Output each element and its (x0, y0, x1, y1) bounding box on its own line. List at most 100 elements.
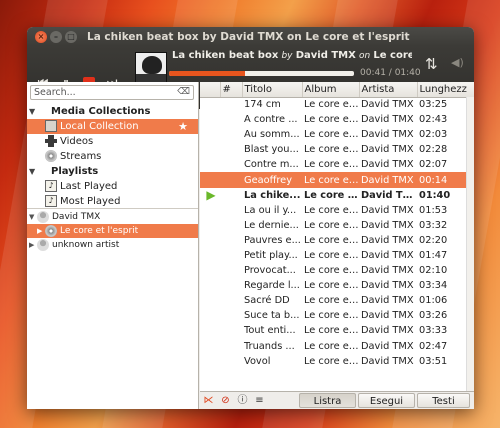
minimize-window-icon[interactable]: – (50, 30, 62, 43)
cell-album: Le core et... (304, 265, 359, 277)
table-row[interactable]: Pauvres e... Le core et... David TMX 02:20 (200, 233, 474, 248)
table-row[interactable]: Vovol Le core et... David TMX 03:51 (200, 354, 474, 369)
table-row[interactable]: Regarde l... Le core et... David TMX 03:34 (200, 278, 474, 293)
tab-play[interactable]: Esegui (358, 393, 415, 408)
status-cell (200, 127, 220, 142)
sidebar-item-most-played[interactable]: ♪ Most Played (27, 194, 198, 209)
status-cell (200, 293, 220, 308)
cell-artist: David TMX (361, 310, 414, 322)
track-number-cell (220, 278, 242, 293)
track-number-cell (220, 112, 242, 127)
now-playing-on: on (359, 51, 371, 61)
cell-artist: David TMX (361, 144, 414, 156)
table-row[interactable]: Au somm... Le core et... David TMX 02:03 (200, 127, 474, 142)
cell-album: Le core et... (304, 144, 359, 156)
sidebar-item-videos[interactable]: Videos (27, 134, 198, 149)
shuffle-icon[interactable]: ⋉ (203, 395, 214, 406)
column-header-number[interactable]: # (220, 82, 243, 98)
table-row[interactable]: Petit play... Le core et... David TMX 01:47 (200, 248, 474, 263)
track-number-cell (220, 248, 242, 263)
track-number-cell (220, 172, 242, 188)
clear-search-icon[interactable]: ⌫ (177, 86, 190, 99)
sidebar-item-streams[interactable]: Streams (27, 149, 198, 164)
column-header-artist[interactable]: Artista (359, 82, 418, 98)
expander-icon[interactable]: ▼ (29, 164, 35, 179)
playlist-icon: ♪ (45, 180, 57, 192)
sidebar: ▼ Media Collections Local Collection ★ Vid… (27, 104, 198, 209)
cell-title: Geaoffrey (242, 172, 302, 188)
tab-track-list[interactable]: Listra brani (299, 393, 356, 408)
expander-icon[interactable]: ▼ (29, 210, 34, 224)
cell-album: Le core et... (304, 280, 359, 292)
maximize-window-icon[interactable]: □ (65, 30, 77, 43)
status-cell (200, 233, 220, 248)
column-header-length[interactable]: Lunghezz (417, 82, 474, 98)
now-playing-title: La chiken beat box (172, 50, 279, 61)
section-media-collections[interactable]: ▼ Media Collections (27, 104, 198, 119)
progress-slider[interactable] (169, 71, 354, 76)
expander-icon[interactable]: ▶ (29, 238, 34, 252)
search-input[interactable]: Search... ⌫ (30, 85, 194, 100)
cell-title: Vovol (244, 355, 271, 367)
status-cell (200, 248, 220, 263)
status-cell (200, 339, 220, 354)
track-number-cell (220, 263, 242, 278)
cell-title: Sacré DD (244, 295, 290, 307)
expander-icon[interactable]: ▼ (29, 104, 35, 119)
list-icon[interactable]: ≡ (254, 395, 265, 406)
sidebar-item-last-played[interactable]: ♪ Last Played (27, 179, 198, 194)
table-row[interactable]: ▶La chike...Le core e...David TMX01:40 (200, 188, 474, 203)
track-number-cell (220, 188, 242, 203)
no-repeat-icon[interactable]: ⊘ (220, 395, 231, 406)
sidebar-item-local-collection[interactable]: Local Collection ★ (27, 119, 198, 134)
status-cell (200, 157, 220, 172)
cell-title: Truands ... (244, 340, 295, 352)
info-icon[interactable]: ⓘ (237, 395, 248, 406)
tree-item-album[interactable]: ▶ Le core et l'esprit (27, 224, 198, 238)
cell-album: Le core et... (304, 340, 359, 352)
table-row[interactable]: Provocat... Le core et... David TMX 02:10 (200, 263, 474, 278)
film-icon (45, 135, 57, 147)
repeat-icon[interactable]: ⇅ (425, 55, 438, 73)
table-row[interactable]: Geaoffrey Le core et... David TMX 00:14 (200, 172, 474, 188)
close-window-icon[interactable]: × (35, 30, 47, 43)
status-cell (200, 323, 220, 338)
status-cell (200, 172, 220, 188)
table-row[interactable]: A contre ... Le core et... David TMX 02:43 (200, 112, 474, 127)
column-header-title[interactable]: Titolo (242, 82, 303, 98)
table-row[interactable]: Sacré DD Le core et... David TMX 01:06 (200, 293, 474, 308)
tab-lyrics[interactable]: Testi (417, 393, 470, 408)
now-playing-artist: David TMX (295, 50, 356, 61)
cell-artist: David TMX (361, 204, 414, 216)
table-row[interactable]: Tout enti... Le core et... David TMX 03:33 (200, 323, 474, 338)
cell-album: Le core et... (304, 325, 359, 337)
status-cell (200, 203, 220, 218)
cell-artist: David TMX (361, 325, 414, 337)
star-icon[interactable]: ★ (178, 119, 188, 134)
home-icon (45, 120, 57, 132)
table-row[interactable]: Le dernie... Le core et... David TMX 03:32 (200, 218, 474, 233)
cell-title: Suce ta b... (244, 310, 300, 322)
column-header-status[interactable] (200, 82, 221, 98)
tree-item-artist[interactable]: ▼ David TMX (27, 210, 198, 224)
table-row[interactable]: 174 cm Le core et... David TMX 03:25 (200, 97, 474, 112)
table-row[interactable]: Suce ta b... Le core et... David TMX 03:26 (200, 308, 474, 323)
expander-icon[interactable]: ▶ (37, 224, 42, 238)
progress-fill (169, 71, 245, 76)
section-playlists[interactable]: ▼ Playlists (27, 164, 198, 179)
column-header-album[interactable]: Album (302, 82, 360, 98)
table-row[interactable]: Blast you... Le core et... David TMX 02:28 (200, 142, 474, 157)
track-table: # Titolo Album Artista Lunghezz 174 cm Le… (200, 82, 474, 369)
cell-album: Le core et... (304, 219, 359, 231)
playlist-icon: ♪ (45, 195, 57, 207)
vertical-scrollbar[interactable] (466, 97, 474, 391)
table-row[interactable]: La ou il y... Le core et... David TMX 01:53 (200, 203, 474, 218)
table-row[interactable]: Truands ... Le core et... David TMX 02:47 (200, 339, 474, 354)
cell-artist: David TMX (361, 129, 414, 141)
table-row[interactable]: Contre m... Le core et... David TMX 02:07 (200, 157, 474, 172)
cell-artist: David TMX (361, 280, 414, 292)
volume-icon[interactable]: ◀) (451, 56, 464, 69)
titlebar: × – □ La chiken beat box by David TMX on… (27, 27, 474, 46)
track-number-cell (220, 323, 242, 338)
tree-item-artist[interactable]: ▶ unknown artist (27, 238, 198, 252)
